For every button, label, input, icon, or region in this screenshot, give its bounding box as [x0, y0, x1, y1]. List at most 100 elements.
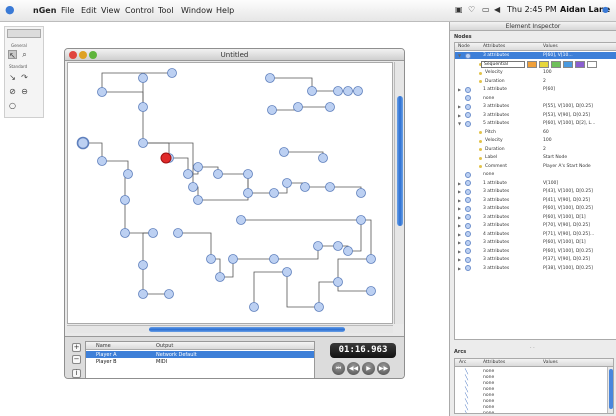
- node-row[interactable]: ▶ 1 attribute V[100]: [455, 180, 616, 187]
- disclosure-closed-icon[interactable]: ▶: [458, 266, 461, 271]
- node-value[interactable]: 100: [543, 138, 552, 143]
- graph-arc[interactable]: [337, 282, 371, 292]
- graph-node[interactable]: [193, 162, 203, 172]
- node-row[interactable]: Pitch 60: [455, 129, 616, 136]
- node-value[interactable]: 60: [543, 130, 549, 135]
- graph-node[interactable]: [356, 188, 366, 198]
- node-value[interactable]: 2: [543, 147, 546, 152]
- graph-node[interactable]: [333, 277, 343, 287]
- graph-arc[interactable]: [142, 232, 153, 265]
- apple-menu-icon[interactable]: ●: [5, 4, 15, 16]
- horizontal-scrollbar[interactable]: [67, 325, 393, 333]
- disclosure-closed-icon[interactable]: ▶: [458, 87, 461, 92]
- node-row[interactable]: ▶ 3 attributes P[53], V[90], D[0.25]: [455, 112, 616, 119]
- menu-clock[interactable]: Thu 2:45 PM: [507, 5, 557, 14]
- graph-node[interactable]: [120, 195, 130, 205]
- graph-node[interactable]: [138, 260, 148, 270]
- players-table[interactable]: Name Output Player A Network Default Pla…: [85, 341, 315, 378]
- disclosure-closed-icon[interactable]: ▶: [458, 240, 461, 245]
- color-swatch[interactable]: [527, 60, 537, 68]
- node-row[interactable]: none: [455, 171, 616, 178]
- node-row[interactable]: ▶ 3 attributes P[38], V[100], D[0.25]: [455, 265, 616, 272]
- disclosure-closed-icon[interactable]: ▶: [458, 198, 461, 203]
- spotlight-icon[interactable]: ●: [602, 5, 609, 14]
- graph-node[interactable]: [138, 138, 148, 148]
- graph-node[interactable]: [173, 228, 183, 238]
- play-icon[interactable]: ▶: [362, 362, 375, 375]
- graph-arc[interactable]: [348, 220, 362, 252]
- disclosure-closed-icon[interactable]: ▶: [458, 249, 461, 254]
- node-row[interactable]: ▶ 3 attributes P[43], V[100], D[0.25]: [455, 188, 616, 195]
- graph-arc[interactable]: [101, 72, 172, 92]
- column-attributes[interactable]: Attributes: [483, 44, 505, 49]
- graph-node[interactable]: [148, 228, 158, 238]
- arcs-scrollbar[interactable]: [607, 367, 613, 413]
- column-node[interactable]: Node: [458, 44, 470, 49]
- node-tool-icon[interactable]: ○: [8, 101, 17, 110]
- color-swatch[interactable]: [539, 60, 549, 68]
- node-row[interactable]: ▶ 4 attributes P[71], V[90], D[0.25]...: [455, 231, 616, 238]
- disclosure-closed-icon[interactable]: ▶: [458, 223, 461, 228]
- graph-node[interactable]: [188, 182, 198, 192]
- graph-node[interactable]: [282, 267, 292, 277]
- graph-arc[interactable]: [253, 271, 287, 307]
- graph-node[interactable]: [206, 254, 216, 264]
- graph-node[interactable]: [138, 73, 148, 83]
- node-row[interactable]: ▶ 3 attributes P[55], V[100], D[0.25]: [455, 103, 616, 110]
- inspector-title[interactable]: Element Inspector: [450, 22, 616, 31]
- graph-node[interactable]: [215, 272, 225, 282]
- menu-help[interactable]: Help: [216, 6, 234, 15]
- graph-node[interactable]: [243, 169, 253, 179]
- graph-node[interactable]: [333, 86, 343, 96]
- node-row[interactable]: ▶ 3 attributes P[41], V[90], D[0.25]: [455, 197, 616, 204]
- graph-node[interactable]: [333, 241, 343, 251]
- node-row[interactable]: Velocity 100: [455, 69, 616, 76]
- graph-node[interactable]: [279, 147, 289, 157]
- node-value[interactable]: Start Node: [543, 155, 567, 160]
- node-value[interactable]: 2: [543, 79, 546, 84]
- remove-player-button[interactable]: −: [72, 355, 81, 364]
- menu-file[interactable]: File: [61, 6, 74, 15]
- graph-node[interactable]: [138, 289, 148, 299]
- disclosure-closed-icon[interactable]: ▶: [458, 181, 461, 186]
- graph-node[interactable]: [366, 254, 376, 264]
- graph-node[interactable]: [193, 195, 203, 205]
- disclosure-closed-icon[interactable]: ▶: [458, 104, 461, 109]
- node-row[interactable]: Label Start Node: [455, 154, 616, 161]
- arc-row[interactable]: ╲ none: [455, 410, 613, 413]
- column-output[interactable]: Output: [156, 343, 173, 349]
- graph-arc[interactable]: [198, 174, 249, 201]
- menu-tool[interactable]: Tool: [158, 6, 174, 15]
- graph-node[interactable]: [269, 188, 279, 198]
- node-value[interactable]: 100: [543, 70, 552, 75]
- graph-arc[interactable]: [178, 232, 212, 259]
- graph-arc[interactable]: [143, 142, 194, 187]
- title-bar[interactable]: Untitled: [65, 49, 404, 61]
- node-row[interactable]: ▶ 3 attributes P[60], V[100], D[1]: [455, 239, 616, 246]
- graph-node[interactable]: [228, 254, 238, 264]
- graph-node[interactable]: [167, 68, 177, 78]
- graph-arc[interactable]: [286, 272, 319, 308]
- nodes-table[interactable]: Node Attributes Values ▼ 3 attributes P[60…: [454, 42, 616, 340]
- graph-arc[interactable]: [274, 246, 319, 260]
- node-graph[interactable]: [68, 63, 393, 324]
- graph-node[interactable]: [236, 215, 246, 225]
- color-swatch[interactable]: [551, 60, 561, 68]
- battery-status-icon[interactable]: ▭: [482, 5, 490, 14]
- node-value[interactable]: Player A's Start Node: [543, 164, 591, 169]
- disclosure-closed-icon[interactable]: ▶: [458, 257, 461, 262]
- node-row[interactable]: ▶ 1 attribute P[60]: [455, 86, 616, 93]
- player-output[interactable]: MIDI: [156, 359, 167, 365]
- graph-arc[interactable]: [270, 77, 313, 91]
- zoom-tool-icon[interactable]: ⌕: [20, 50, 29, 59]
- network-canvas[interactable]: [67, 62, 393, 324]
- graph-node[interactable]: [343, 86, 353, 96]
- graph-node[interactable]: [76, 136, 90, 150]
- display-status-icon[interactable]: ▣: [455, 5, 463, 14]
- graph-node[interactable]: [307, 86, 317, 96]
- vertical-scroll-thumb[interactable]: [397, 96, 403, 226]
- graph-node[interactable]: [313, 241, 323, 251]
- disclosure-open-icon[interactable]: ▼: [458, 121, 461, 126]
- node-row[interactable]: none: [455, 95, 616, 102]
- disclosure-open-icon[interactable]: ▼: [458, 53, 461, 58]
